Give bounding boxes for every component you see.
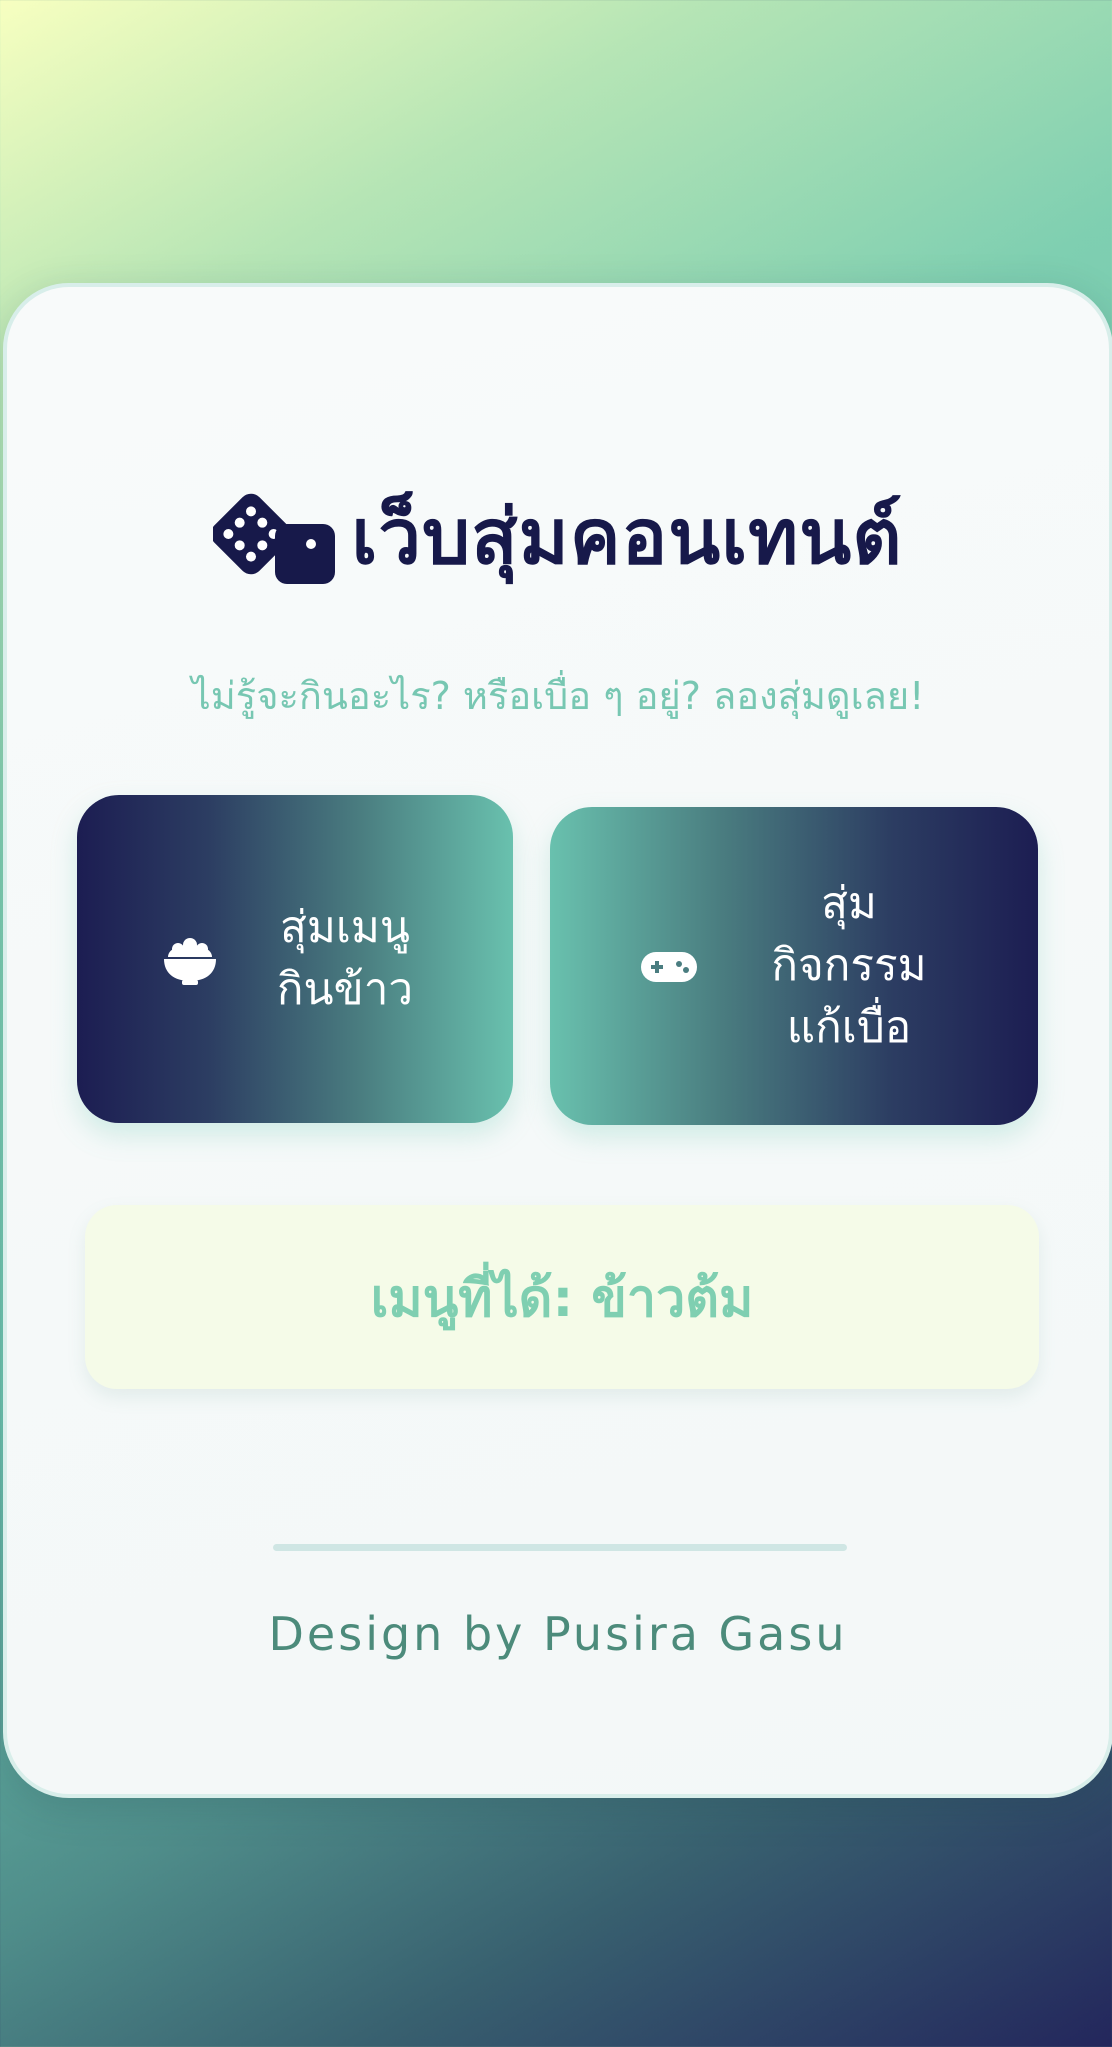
random-food-button[interactable]: สุ่มเมนู กินข้าว [77, 795, 513, 1123]
random-activity-label-line3: แก้เบื่อ [786, 1002, 912, 1053]
dice-icon [213, 493, 336, 584]
random-activity-label-line2: กิจกรรม [771, 940, 927, 991]
rice-bowl-icon [164, 938, 216, 985]
random-food-label-line1: สุ่มเมนู [280, 902, 410, 953]
result-box: เมนูที่ได้: ข้าวต้ม [85, 1205, 1039, 1389]
result-text: เมนูที่ได้: ข้าวต้ม [370, 1268, 754, 1329]
random-food-label-line2: กินข้าว [276, 964, 414, 1015]
random-activity-label-line1: สุ่ม [821, 878, 877, 929]
footer-credit: Design by Pusira Gasu [268, 1607, 848, 1661]
divider [273, 1544, 847, 1551]
page-subtitle: ไม่รู้จะกินอะไร? หรือเบื่อ ๆ อยู่? ลองสุ… [191, 674, 925, 718]
random-activity-button[interactable]: สุ่ม กิจกรรม แก้เบื่อ [550, 807, 1038, 1125]
random-activity-label: สุ่ม กิจกรรม แก้เบื่อ [749, 873, 949, 1059]
main-card: เว็บสุ่มคอนเทนต์ ไม่รู้จะกินอะไร? หรือเบ… [3, 283, 1112, 1798]
page-header: เว็บสุ่มคอนเทนต์ [7, 477, 1109, 597]
gamepad-icon [641, 952, 697, 982]
page-title: เว็บสุ่มคอนเทนต์ [351, 492, 903, 581]
random-food-label: สุ่มเมนู กินข้าว [260, 897, 430, 1021]
